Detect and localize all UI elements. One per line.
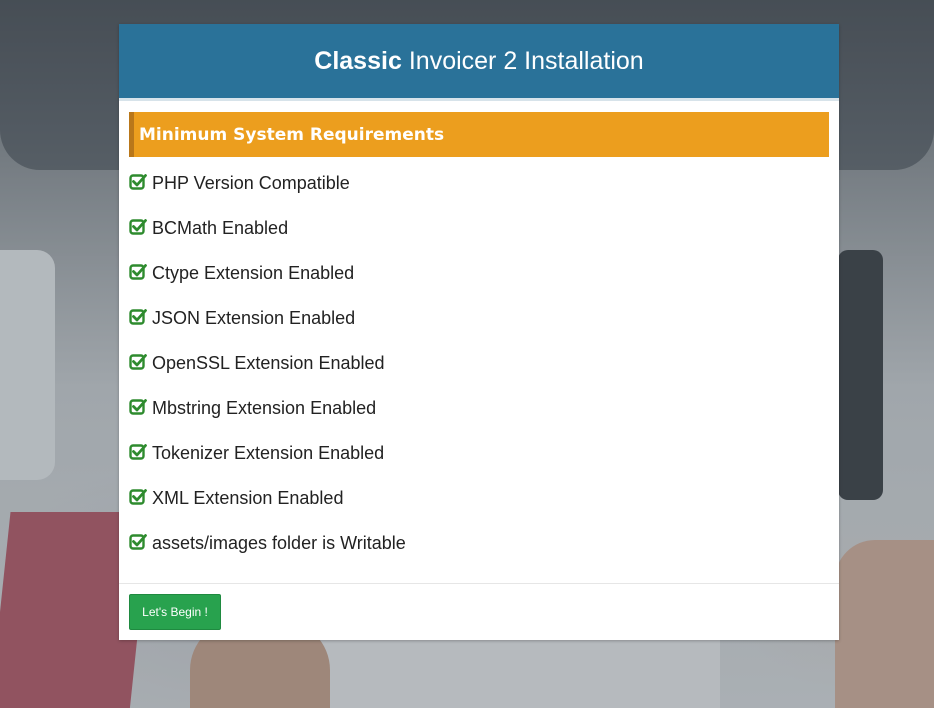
installer-header: Classic Invoicer 2 Installation [119,24,839,101]
check-square-icon [129,264,147,280]
requirement-label: XML Extension Enabled [152,488,344,508]
lets-begin-button[interactable]: Let's Begin ! [129,594,221,630]
requirement-item: BCMath Enabled [129,217,406,262]
requirement-label: assets/images folder is Writable [152,533,406,553]
requirement-item: PHP Version Compatible [129,172,406,217]
check-square-icon [129,489,147,505]
requirement-item: Tokenizer Extension Enabled [129,442,406,487]
requirement-item: Mbstring Extension Enabled [129,397,406,442]
requirements-banner: Minimum System Requirements [129,112,829,157]
requirement-label: BCMath Enabled [152,218,289,238]
requirement-item: JSON Extension Enabled [129,307,406,352]
check-square-icon [129,534,147,550]
title-rest: Invoicer 2 Installation [408,46,644,75]
requirement-item: assets/images folder is Writable [129,532,406,577]
check-square-icon [129,309,147,325]
check-square-icon [129,219,147,235]
requirement-label: Tokenizer Extension Enabled [152,443,385,463]
check-square-icon [129,354,147,370]
requirement-label: OpenSSL Extension Enabled [152,353,385,373]
check-square-icon [129,444,147,460]
requirement-label: JSON Extension Enabled [152,308,356,328]
check-square-icon [129,174,147,190]
requirements-heading: Minimum System Requirements [139,124,445,145]
requirement-label: Mbstring Extension Enabled [152,398,377,418]
requirement-label: PHP Version Compatible [152,173,350,193]
installer-footer: Let's Begin ! [119,583,839,641]
requirement-label: Ctype Extension Enabled [152,263,355,283]
installer-panel: Classic Invoicer 2 Installation Minimum … [119,24,839,640]
check-square-icon [129,399,147,415]
title-bold: Classic [314,46,402,75]
requirement-item: XML Extension Enabled [129,487,406,532]
requirement-item: Ctype Extension Enabled [129,262,406,307]
requirements-list: PHP Version Compatible BCMath Enabled Ct… [129,172,406,577]
requirement-item: OpenSSL Extension Enabled [129,352,406,397]
